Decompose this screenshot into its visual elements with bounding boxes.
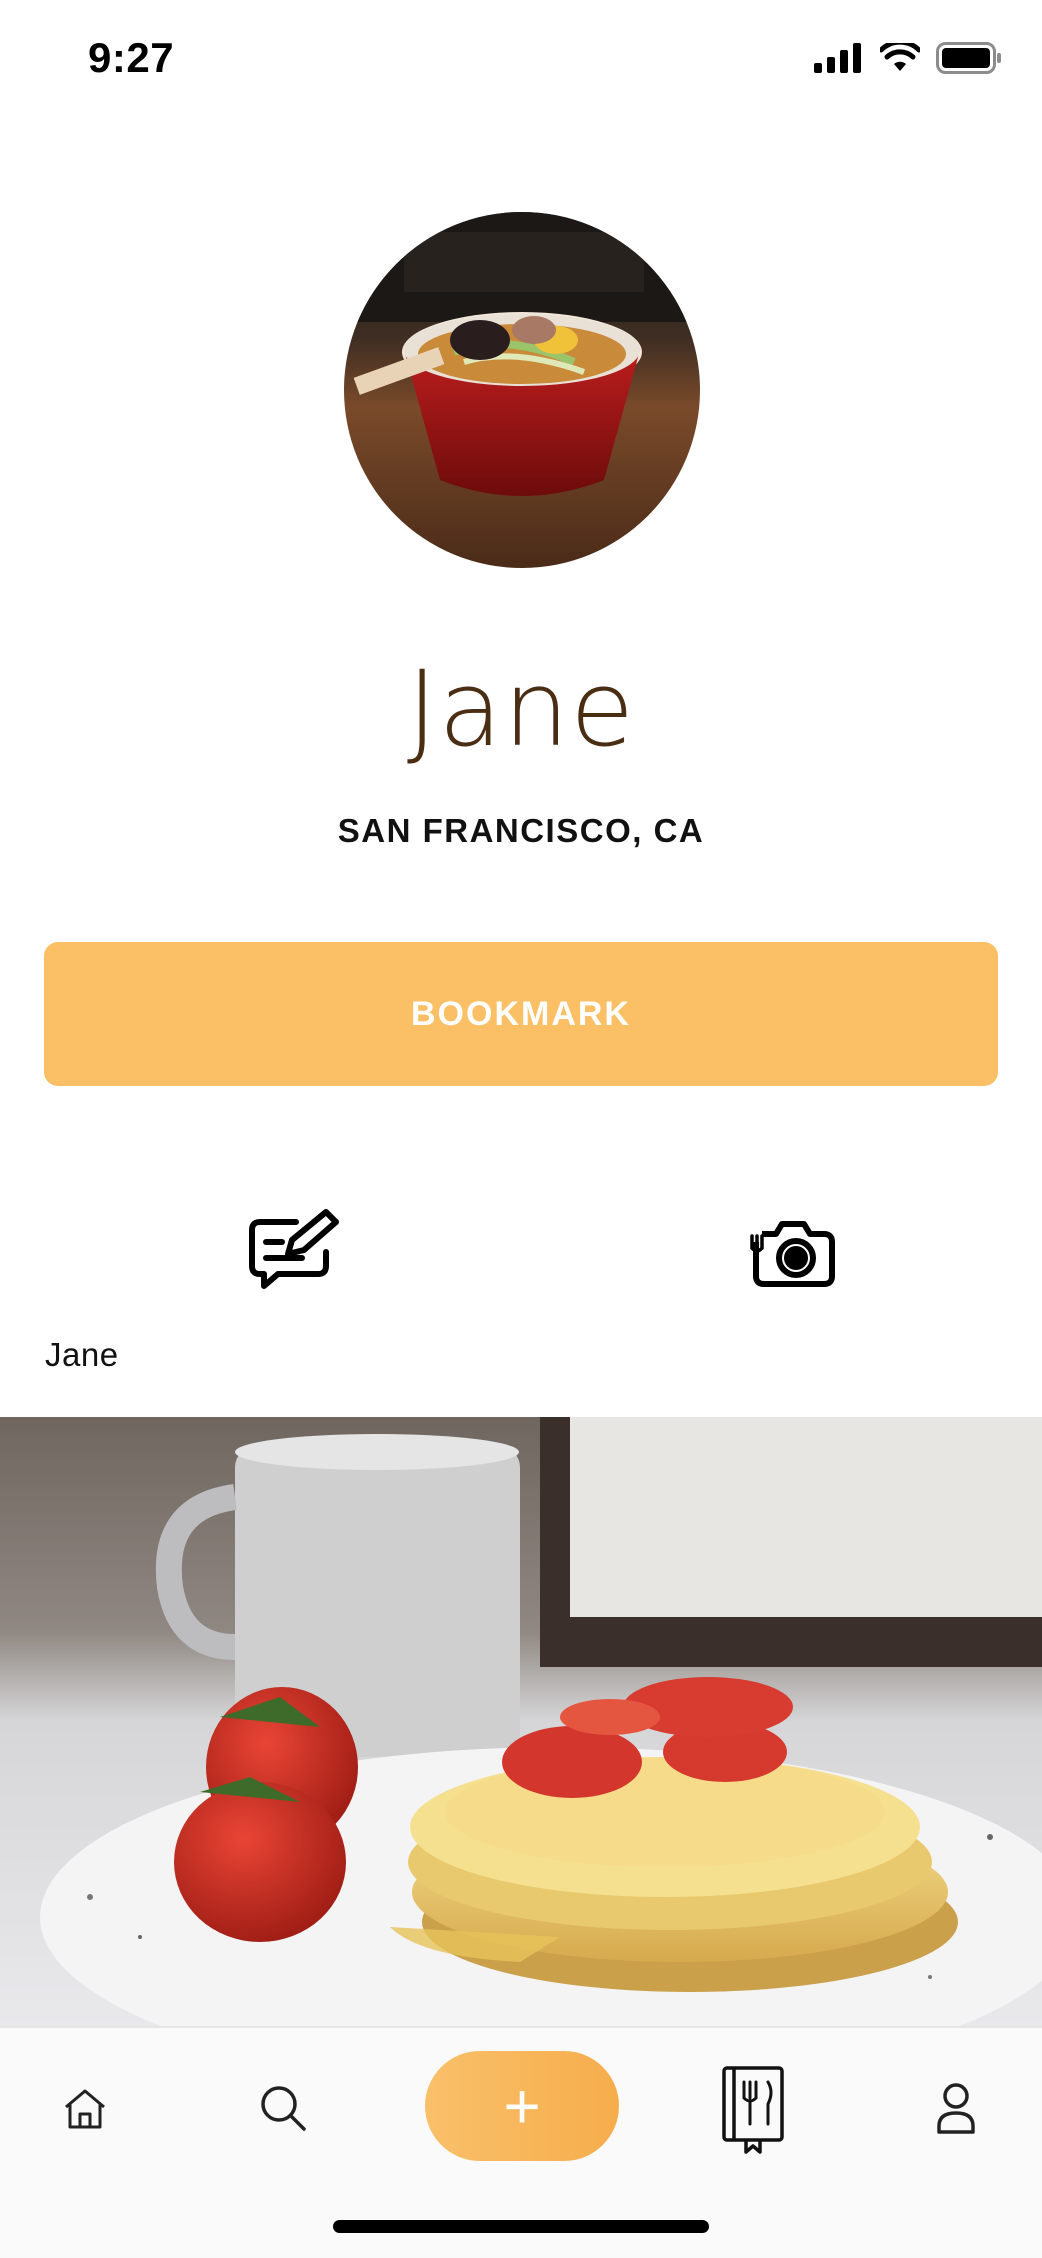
post-photo[interactable] bbox=[0, 1417, 1042, 2026]
wifi-icon bbox=[880, 43, 920, 71]
search-icon[interactable] bbox=[258, 2082, 308, 2134]
edit-review-icon[interactable] bbox=[248, 1208, 340, 1290]
avatar-ramen-photo bbox=[344, 212, 700, 568]
bookmark-button[interactable]: BOOKMARK bbox=[44, 942, 998, 1086]
signal-icon bbox=[814, 43, 861, 73]
post-author: Jane bbox=[45, 1336, 119, 1373]
home-icon[interactable] bbox=[60, 2084, 110, 2134]
avatar[interactable] bbox=[344, 212, 700, 568]
profile-location: SAN FRANCISCO, CA bbox=[337, 812, 705, 849]
profile-icon[interactable] bbox=[934, 2080, 978, 2136]
home-indicator[interactable] bbox=[333, 2220, 709, 2233]
status-time: 9:27 bbox=[88, 34, 175, 81]
profile-name: Jane bbox=[406, 648, 636, 770]
status-icons bbox=[814, 42, 1002, 74]
menu-book-icon[interactable] bbox=[720, 2064, 786, 2156]
add-button[interactable]: + bbox=[425, 2051, 619, 2161]
pancakes-photo bbox=[0, 1417, 1042, 2026]
battery-icon bbox=[936, 42, 1001, 74]
food-camera-icon[interactable] bbox=[748, 1216, 836, 1288]
